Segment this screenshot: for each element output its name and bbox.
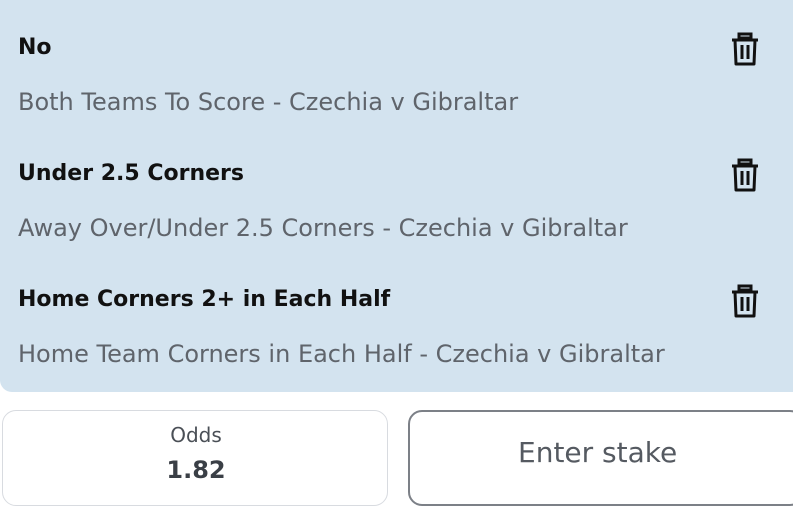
selection-market: Both Teams To Score - Czechia v Gibralta… [18,88,519,116]
selection-market: Away Over/Under 2.5 Corners - Czechia v … [18,214,628,242]
selection-title: Under 2.5 Corners [18,161,244,186]
trash-icon[interactable] [730,158,760,192]
selection-title: No [18,35,52,60]
trash-icon[interactable] [730,284,760,318]
selection-market: Home Team Corners in Each Half - Czechia… [18,340,665,368]
stake-input[interactable] [408,410,793,506]
odds-display: Odds 1.82 [2,410,388,506]
selection-title: Home Corners 2+ in Each Half [18,287,391,312]
odds-label: Odds [170,423,222,447]
odds-value: 1.82 [166,456,226,484]
bet-selections-panel: No Both Teams To Score - Czechia v Gibra… [0,0,793,392]
trash-icon[interactable] [730,32,760,66]
